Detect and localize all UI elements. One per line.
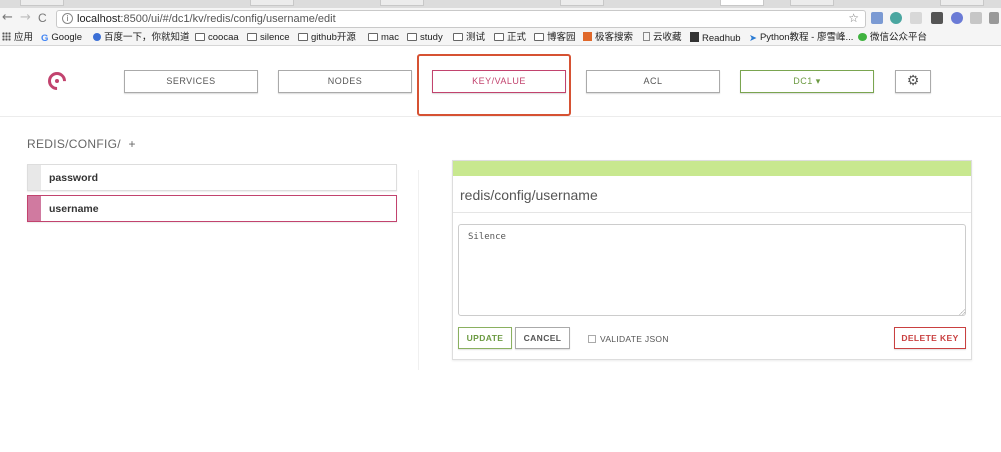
key-label: username (49, 203, 99, 215)
extension-send-icon[interactable] (970, 12, 982, 24)
browser-tab[interactable] (20, 0, 64, 6)
wechat-icon (858, 33, 867, 41)
bookmark-readhub[interactable]: Readhub (690, 32, 741, 45)
folder-icon (407, 33, 417, 41)
folder-icon (298, 33, 308, 41)
extension-upload-icon[interactable] (910, 12, 922, 24)
forward-icon[interactable]: → (20, 11, 31, 25)
extension-dark-icon[interactable] (931, 12, 943, 24)
cancel-button[interactable]: CANCEL (515, 327, 570, 349)
folder-icon (368, 33, 378, 41)
panel-divider (453, 212, 971, 213)
breadcrumb-path[interactable]: REDIS/CONFIG/ (27, 137, 121, 151)
bookmark-apps[interactable]: 应用 (2, 32, 33, 44)
browser-tab-strip (0, 0, 1001, 8)
key-list-item-password[interactable]: password (27, 164, 397, 191)
baidu-icon (93, 33, 101, 41)
folder-icon (195, 33, 205, 41)
bookmark-cnblogs[interactable]: 博客园 (534, 32, 576, 44)
readhub-icon (690, 32, 699, 42)
bookmark-study[interactable]: study (407, 32, 443, 44)
nav-nodes-button[interactable]: NODES (278, 70, 412, 93)
bookmark-python[interactable]: ➤ Python教程 - 廖雪峰... (749, 32, 853, 44)
bookmark-prod[interactable]: 正式 (494, 32, 526, 44)
bookmark-jike[interactable]: 极客搜索 (583, 32, 633, 44)
extension-blue-icon[interactable] (951, 12, 963, 24)
folder-icon (453, 33, 463, 41)
back-icon[interactable]: ← (2, 11, 13, 25)
rocket-icon: ➤ (749, 33, 757, 44)
extension-jh-icon[interactable] (871, 12, 883, 24)
browser-tab[interactable] (940, 0, 984, 6)
bookmark-test[interactable]: 测试 (453, 32, 485, 44)
bookmarks-bar: 应用 G Google 百度一下，你就知道 coocaa silence gith… (0, 30, 1001, 46)
kv-highlight-annotation (417, 54, 571, 116)
panel-status-strip (453, 161, 971, 176)
folder-icon (247, 33, 257, 41)
update-button[interactable]: UPDATE (458, 327, 512, 349)
header-divider (0, 116, 1001, 117)
key-list-item-username[interactable]: username (27, 195, 397, 222)
bookmark-coocaa[interactable]: coocaa (195, 32, 239, 44)
value-textarea[interactable]: Silence (458, 224, 966, 316)
consul-logo-dot (55, 79, 59, 83)
nav-acl-button[interactable]: ACL (586, 70, 720, 93)
key-label: password (49, 172, 99, 184)
datacenter-dropdown[interactable]: DC1 ▾ (740, 70, 874, 93)
add-key-button[interactable]: + (129, 137, 136, 151)
bookmark-wechat[interactable]: 微信公众平台 (858, 32, 927, 44)
reload-icon[interactable]: C (38, 11, 47, 25)
validate-json-label: VALIDATE JSON (600, 334, 669, 344)
jike-icon (583, 32, 592, 41)
browser-tab[interactable] (790, 0, 834, 6)
extension-circle-icon[interactable] (890, 12, 902, 24)
browser-tab-active[interactable] (720, 0, 764, 6)
bookmark-google[interactable]: G Google (41, 32, 82, 44)
bookmark-mac[interactable]: mac (368, 32, 399, 44)
key-status-bar (28, 165, 41, 190)
browser-tab[interactable] (250, 0, 294, 6)
info-icon[interactable]: i (62, 13, 73, 24)
validate-json-checkbox[interactable] (588, 335, 596, 343)
textarea-resize-grip[interactable] (959, 309, 965, 315)
folder-icon (494, 33, 504, 41)
settings-gear-icon[interactable]: ⚙ (895, 70, 931, 93)
browser-tab[interactable] (560, 0, 604, 6)
url-text: localhost:8500/ui/#/dc1/kv/redis/config/… (77, 13, 336, 25)
column-divider (418, 170, 419, 370)
apps-icon (2, 32, 11, 41)
page-icon (643, 32, 650, 41)
menu-icon[interactable] (989, 12, 999, 24)
key-path-title: redis/config/username (460, 187, 598, 203)
key-status-bar (28, 196, 41, 221)
browser-tab[interactable] (380, 0, 424, 6)
address-bar[interactable]: i localhost:8500/ui/#/dc1/kv/redis/confi… (56, 10, 866, 28)
bookmark-github[interactable]: github开源 (298, 32, 356, 44)
bookmark-baidu[interactable]: 百度一下，你就知道 (93, 32, 190, 44)
bookmark-star-icon[interactable]: ☆ (848, 11, 859, 25)
folder-icon (534, 33, 544, 41)
breadcrumb: REDIS/CONFIG/ + (27, 137, 136, 151)
delete-key-button[interactable]: DELETE KEY (894, 327, 966, 349)
bookmark-silence[interactable]: silence (247, 32, 290, 44)
key-edit-panel: redis/config/username Silence UPDATE CAN… (452, 160, 972, 360)
validate-json-option[interactable]: VALIDATE JSON (588, 334, 669, 344)
google-icon: G (41, 33, 49, 44)
bookmark-cloud[interactable]: 云收藏 (643, 32, 682, 44)
nav-services-button[interactable]: SERVICES (124, 70, 258, 93)
